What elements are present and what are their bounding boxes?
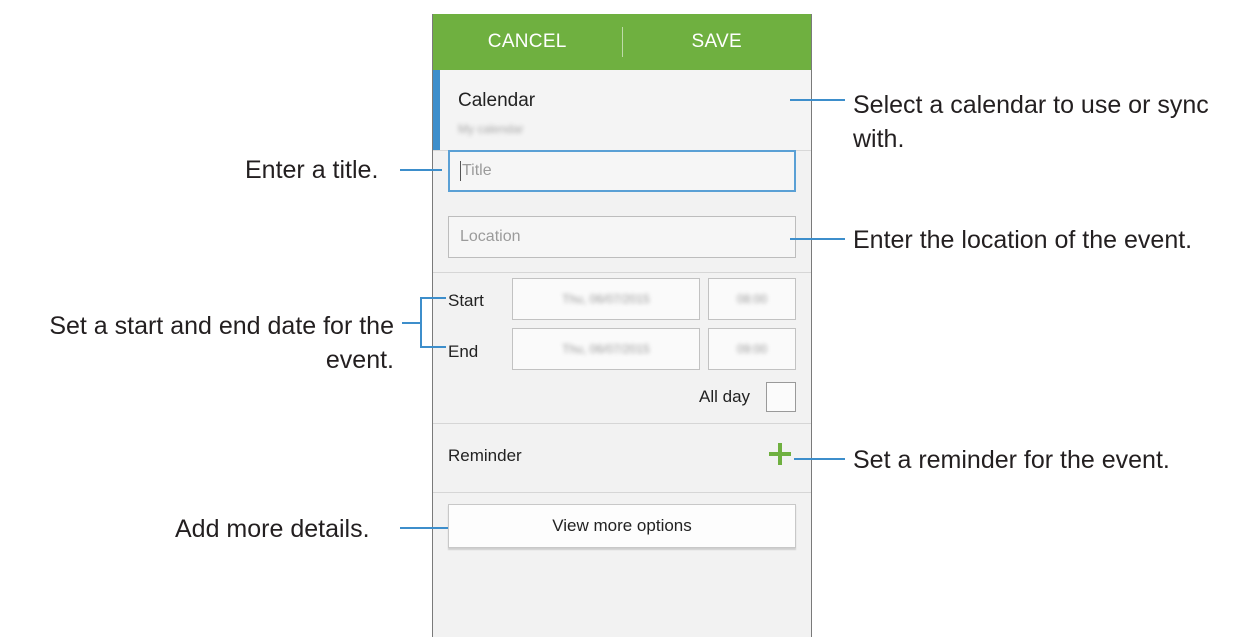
view-more-options-button[interactable]: View more options	[448, 504, 796, 548]
all-day-label: All day	[699, 387, 751, 406]
location-placeholder: Location	[460, 228, 521, 245]
callout-line-reminder	[794, 458, 845, 460]
all-day-checkbox[interactable]	[766, 382, 796, 412]
calendar-accent-bar	[433, 70, 440, 150]
location-field[interactable]: Location	[448, 216, 796, 258]
callout-calendar: Select a calendar to use or sync with.	[853, 91, 1209, 153]
callout-line-dates	[402, 322, 420, 324]
end-date-field[interactable]: Thu, 06/07/2015	[512, 328, 700, 370]
start-date-value: Thu, 06/07/2015	[562, 292, 650, 306]
callout-dates-line1: Set a start and end date for the	[49, 312, 394, 340]
calendar-label: Calendar	[458, 90, 536, 111]
start-time-field[interactable]: 08:00	[708, 278, 796, 320]
start-date-field[interactable]: Thu, 06/07/2015	[512, 278, 700, 320]
start-label: Start	[448, 291, 484, 310]
phone-screen: CANCEL SAVE Calendar My calendar Title L…	[432, 14, 812, 637]
start-time-value: 08:00	[736, 292, 768, 306]
callout-reminder: Set a reminder for the event.	[853, 446, 1170, 474]
end-label: End	[448, 342, 479, 361]
end-date-value: Thu, 06/07/2015	[562, 342, 650, 356]
end-time-field[interactable]: 09:00	[708, 328, 796, 370]
add-reminder-plus-icon[interactable]	[769, 443, 791, 465]
callout-bracket-dates	[420, 297, 446, 348]
callout-line-calendar	[790, 99, 845, 101]
callout-details: Add more details.	[175, 515, 370, 543]
divider	[433, 492, 811, 493]
callout-dates: Set a start and end date for the event.	[0, 309, 394, 377]
callout-dates-line2: event.	[325, 346, 394, 374]
end-time-value: 09:00	[736, 342, 768, 356]
divider	[433, 272, 811, 273]
action-bar: CANCEL SAVE	[433, 14, 811, 70]
callout-title: Enter a title.	[245, 156, 379, 184]
callout-location: Enter the location of the event.	[853, 226, 1193, 254]
title-placeholder: Title	[462, 162, 492, 179]
title-field[interactable]: Title	[448, 150, 796, 192]
calendar-selector[interactable]: Calendar My calendar	[433, 70, 811, 151]
reminder-label: Reminder	[448, 446, 522, 465]
calendar-account: My calendar	[458, 122, 524, 136]
cancel-button[interactable]: CANCEL	[433, 14, 622, 70]
callout-line-location	[790, 238, 845, 240]
text-caret	[460, 160, 461, 181]
callout-line-title	[400, 169, 442, 171]
divider	[433, 423, 811, 424]
callout-line-details	[400, 527, 448, 529]
save-button[interactable]: SAVE	[623, 14, 812, 70]
